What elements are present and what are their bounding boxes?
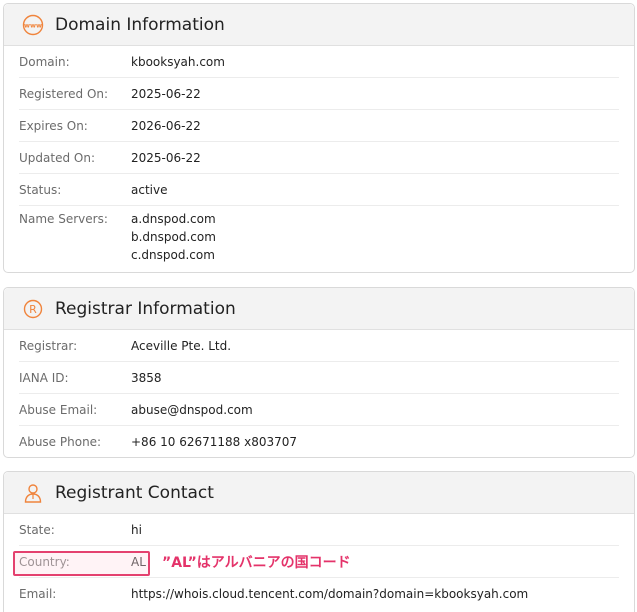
row-label: Email: bbox=[19, 586, 57, 601]
row-value: active bbox=[131, 182, 168, 197]
registrar-information-header: R Registrar Information bbox=[4, 288, 634, 330]
name-server-item: b.dnspod.com bbox=[131, 230, 216, 244]
svg-text:www: www bbox=[24, 21, 42, 29]
row-email: Email: https://whois.cloud.tencent.com/d… bbox=[19, 578, 619, 609]
row-value: 2025-06-22 bbox=[131, 86, 201, 101]
row-label: Domain: bbox=[19, 54, 70, 69]
row-value: kbooksyah.com bbox=[131, 54, 225, 69]
row-value: https://whois.cloud.tencent.com/domain?d… bbox=[131, 586, 529, 601]
row-label: Abuse Phone: bbox=[19, 434, 102, 449]
domain-information-header: www Domain Information bbox=[4, 4, 634, 46]
registrant-contact-card: Registrant Contact State: hi Country: AL… bbox=[3, 471, 635, 612]
row-updated-on: Updated On: 2025-06-22 bbox=[19, 142, 619, 174]
row-iana-id: IANA ID: 3858 bbox=[19, 362, 619, 394]
row-value: abuse@dnspod.com bbox=[131, 402, 253, 417]
row-domain: Domain: kbooksyah.com bbox=[19, 46, 619, 78]
row-value: hi bbox=[131, 522, 142, 537]
row-label: Abuse Email: bbox=[19, 402, 98, 417]
row-status: Status: active bbox=[19, 174, 619, 206]
registered-icon: R bbox=[22, 298, 44, 320]
row-value: 3858 bbox=[131, 370, 162, 385]
row-abuse-email: Abuse Email: abuse@dnspod.com bbox=[19, 394, 619, 426]
row-value: Aceville Pte. Ltd. bbox=[131, 338, 232, 353]
person-icon bbox=[22, 482, 44, 504]
country-highlight-box bbox=[13, 551, 150, 576]
row-registrar: Registrar: Aceville Pte. Ltd. bbox=[19, 330, 619, 362]
annotation-text: ”AL”はアルバニアの国コード bbox=[162, 555, 351, 571]
row-label: Registrar: bbox=[19, 338, 78, 353]
name-servers-list: a.dnspod.com b.dnspod.com c.dnspod.com bbox=[131, 210, 216, 264]
registrar-information-title: Registrar Information bbox=[55, 298, 236, 319]
row-label: State: bbox=[19, 522, 55, 537]
row-label: IANA ID: bbox=[19, 370, 69, 385]
row-value: +86 10 62671188 x803707 bbox=[131, 434, 298, 449]
registrant-contact-title: Registrant Contact bbox=[55, 482, 214, 503]
svg-text:R: R bbox=[29, 303, 37, 316]
row-label: Name Servers: bbox=[19, 212, 108, 226]
row-label: Expires On: bbox=[19, 118, 88, 133]
row-label: Registered On: bbox=[19, 86, 109, 101]
name-server-item: c.dnspod.com bbox=[131, 248, 215, 262]
domain-information-card: www Domain Information Domain: kbooksyah… bbox=[3, 3, 635, 273]
row-value: 2025-06-22 bbox=[131, 150, 201, 165]
row-registered-on: Registered On: 2025-06-22 bbox=[19, 78, 619, 110]
registrar-information-card: R Registrar Information Registrar: Acevi… bbox=[3, 287, 635, 458]
registrant-contact-header: Registrant Contact bbox=[4, 472, 634, 514]
row-expires-on: Expires On: 2026-06-22 bbox=[19, 110, 619, 142]
row-label: Status: bbox=[19, 182, 62, 197]
row-label: Updated On: bbox=[19, 150, 95, 165]
domain-information-title: Domain Information bbox=[55, 14, 225, 35]
www-globe-icon: www bbox=[22, 14, 44, 36]
row-abuse-phone: Abuse Phone: +86 10 62671188 x803707 bbox=[19, 426, 619, 457]
row-state: State: hi bbox=[19, 514, 619, 546]
registrar-information-rows: Registrar: Aceville Pte. Ltd. IANA ID: 3… bbox=[4, 330, 634, 457]
row-name-servers: Name Servers: a.dnspod.com b.dnspod.com … bbox=[19, 206, 619, 270]
domain-information-rows: Domain: kbooksyah.com Registered On: 202… bbox=[4, 46, 634, 270]
row-value: 2026-06-22 bbox=[131, 118, 201, 133]
name-server-item: a.dnspod.com bbox=[131, 212, 216, 226]
